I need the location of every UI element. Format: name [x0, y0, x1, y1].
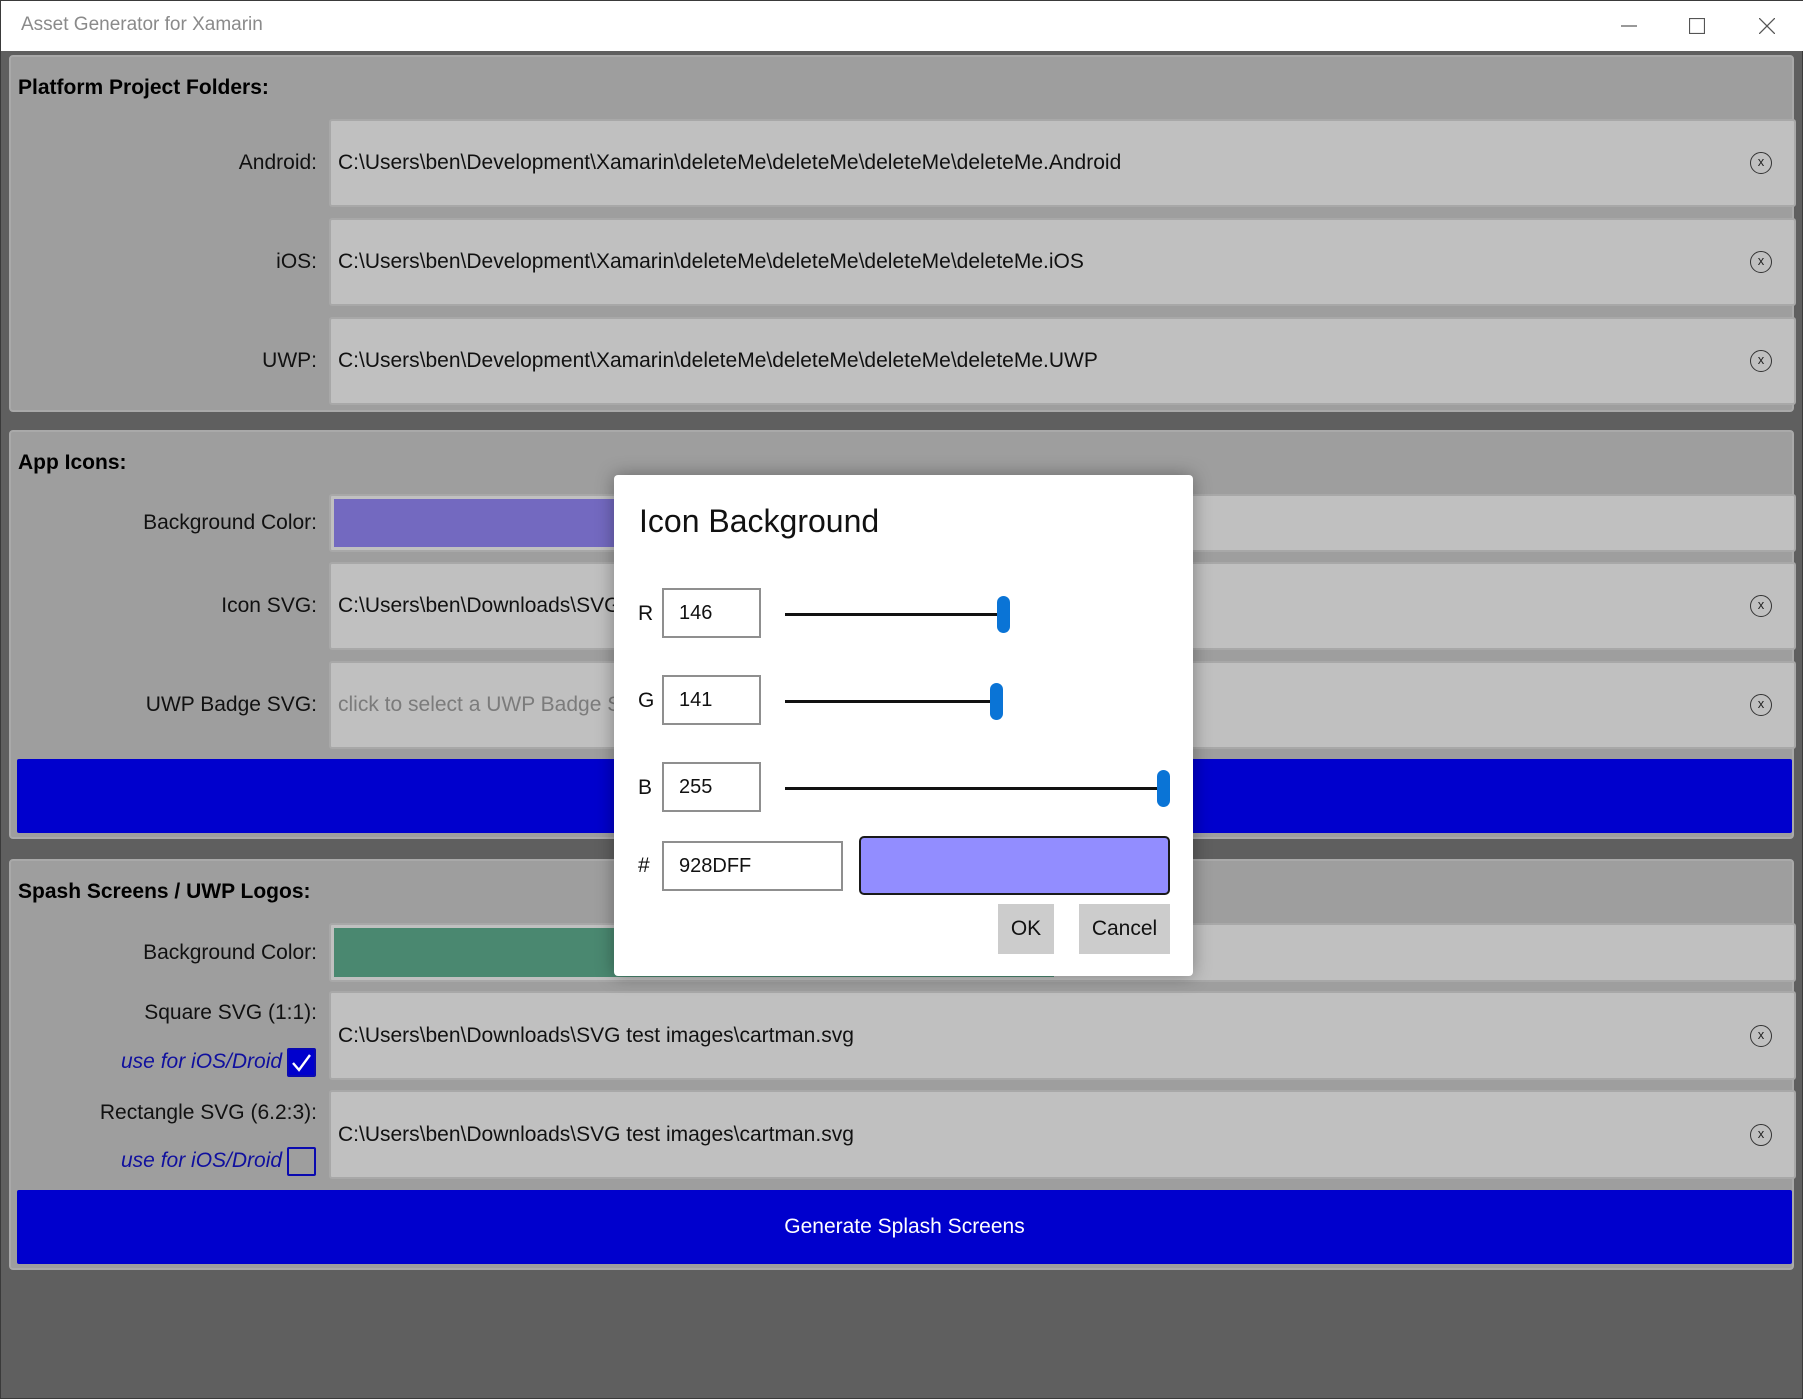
splash-bg-label-col: Background Color: — [11, 941, 317, 971]
clear-uwp-badge-icon[interactable]: x — [1750, 694, 1772, 716]
app-icons-title: App Icons: — [18, 451, 127, 474]
color-preview-swatch — [859, 836, 1170, 895]
ios-folder-field[interactable]: C:\Users\ben\Development\Xamarin\deleteM… — [329, 218, 1796, 306]
r-slider-track[interactable] — [785, 613, 1003, 616]
clear-android-icon[interactable]: x — [1750, 152, 1772, 174]
square-svg-label: Square SVG (1:1): — [144, 1001, 317, 1024]
android-label-col: Android: — [11, 151, 317, 181]
icon-svg-label: Icon SVG: — [221, 594, 317, 617]
b-slider-track[interactable] — [785, 787, 1170, 790]
ios-folder-path: C:\Users\ben\Development\Xamarin\deleteM… — [338, 250, 1084, 273]
splash-screens-title: Spash Screens / UWP Logos: — [18, 880, 311, 903]
uwp-folder-path: C:\Users\ben\Development\Xamarin\deleteM… — [338, 349, 1098, 372]
clear-uwp-icon[interactable]: x — [1750, 350, 1772, 372]
square-svg-field[interactable]: C:\Users\ben\Downloads\SVG test images\c… — [329, 991, 1796, 1080]
uwp-badge-label-col: UWP Badge SVG: — [11, 693, 317, 723]
minimize-button[interactable] — [1595, 1, 1663, 51]
hex-label: # — [638, 854, 650, 877]
icon-background-color-swatch[interactable] — [334, 499, 624, 547]
ok-button[interactable]: OK — [998, 904, 1054, 954]
r-label: R — [638, 602, 654, 625]
dialog-title: Icon Background — [639, 503, 880, 539]
icon-background-dialog: Icon Background R 146 G 141 B 255 # 928D… — [614, 475, 1193, 976]
g-slider-track[interactable] — [785, 700, 995, 703]
rect-use-checkbox[interactable] — [287, 1147, 316, 1176]
icon-background-color-label: Background Color: — [143, 511, 317, 534]
close-button[interactable] — [1733, 1, 1801, 51]
checkmark-icon — [292, 1054, 311, 1072]
clear-square-svg-icon[interactable]: x — [1750, 1025, 1772, 1047]
close-icon — [1759, 18, 1775, 34]
square-use-label: use for iOS/Droid — [121, 1050, 283, 1073]
uwp-folder-field[interactable]: C:\Users\ben\Development\Xamarin\deleteM… — [329, 317, 1796, 405]
g-label: G — [638, 689, 655, 712]
title-bar: Asset Generator for Xamarin — [1, 1, 1803, 51]
android-label: Android: — [238, 151, 317, 174]
clear-ios-icon[interactable]: x — [1750, 251, 1772, 273]
g-input[interactable]: 141 — [662, 675, 761, 725]
icon-svg-label-col: Icon SVG: — [11, 594, 317, 624]
generate-splash-screens-button[interactable]: Generate Splash Screens — [17, 1190, 1792, 1264]
maximize-button[interactable] — [1663, 1, 1731, 51]
ios-label-col: iOS: — [11, 250, 317, 280]
uwp-label: UWP: — [262, 349, 317, 372]
ios-label: iOS: — [276, 250, 317, 273]
rect-label-col: Rectangle SVG (6.2:3): — [11, 1101, 317, 1131]
android-folder-path: C:\Users\ben\Development\Xamarin\deleteM… — [338, 151, 1122, 174]
uwp-badge-svg-label: UWP Badge SVG: — [145, 693, 317, 716]
b-slider-thumb[interactable] — [1157, 770, 1170, 807]
rectangle-svg-path: C:\Users\ben\Downloads\SVG test images\c… — [338, 1123, 854, 1146]
maximize-icon — [1689, 18, 1705, 34]
app-window: Asset Generator for Xamarin Platform Pro… — [0, 0, 1803, 1399]
b-input[interactable]: 255 — [662, 762, 761, 812]
icon-svg-path: C:\Users\ben\Downloads\SVG t — [338, 594, 633, 617]
uwp-badge-placeholder: click to select a UWP Badge SV — [338, 693, 636, 716]
platform-folders-title: Platform Project Folders: — [18, 76, 269, 99]
platform-folders-panel: Platform Project Folders: Android: C:\Us… — [9, 55, 1796, 412]
g-slider-thumb[interactable] — [990, 683, 1003, 720]
minimize-icon — [1621, 25, 1637, 27]
rect-use-label: use for iOS/Droid — [121, 1149, 283, 1172]
android-folder-field[interactable]: C:\Users\ben\Development\Xamarin\deleteM… — [329, 119, 1796, 207]
b-label: B — [638, 776, 653, 799]
splash-background-color-label: Background Color: — [143, 941, 317, 964]
rectangle-svg-label: Rectangle SVG (6.2:3): — [99, 1101, 317, 1124]
rectangle-svg-field[interactable]: C:\Users\ben\Downloads\SVG test images\c… — [329, 1090, 1796, 1179]
r-input[interactable]: 146 — [662, 588, 761, 638]
r-slider-thumb[interactable] — [997, 596, 1010, 633]
icon-bg-label-col: Background Color: — [11, 511, 317, 541]
clear-icon-svg-icon[interactable]: x — [1750, 595, 1772, 617]
clear-rectangle-svg-icon[interactable]: x — [1750, 1124, 1772, 1146]
window-title: Asset Generator for Xamarin — [21, 14, 263, 35]
square-label-col: Square SVG (1:1): — [11, 1001, 317, 1031]
hex-input[interactable]: 928DFF — [662, 841, 843, 891]
square-use-checkbox[interactable] — [287, 1048, 316, 1077]
cancel-button[interactable]: Cancel — [1079, 904, 1170, 954]
uwp-label-col: UWP: — [11, 349, 317, 379]
square-svg-path: C:\Users\ben\Downloads\SVG test images\c… — [338, 1024, 854, 1047]
